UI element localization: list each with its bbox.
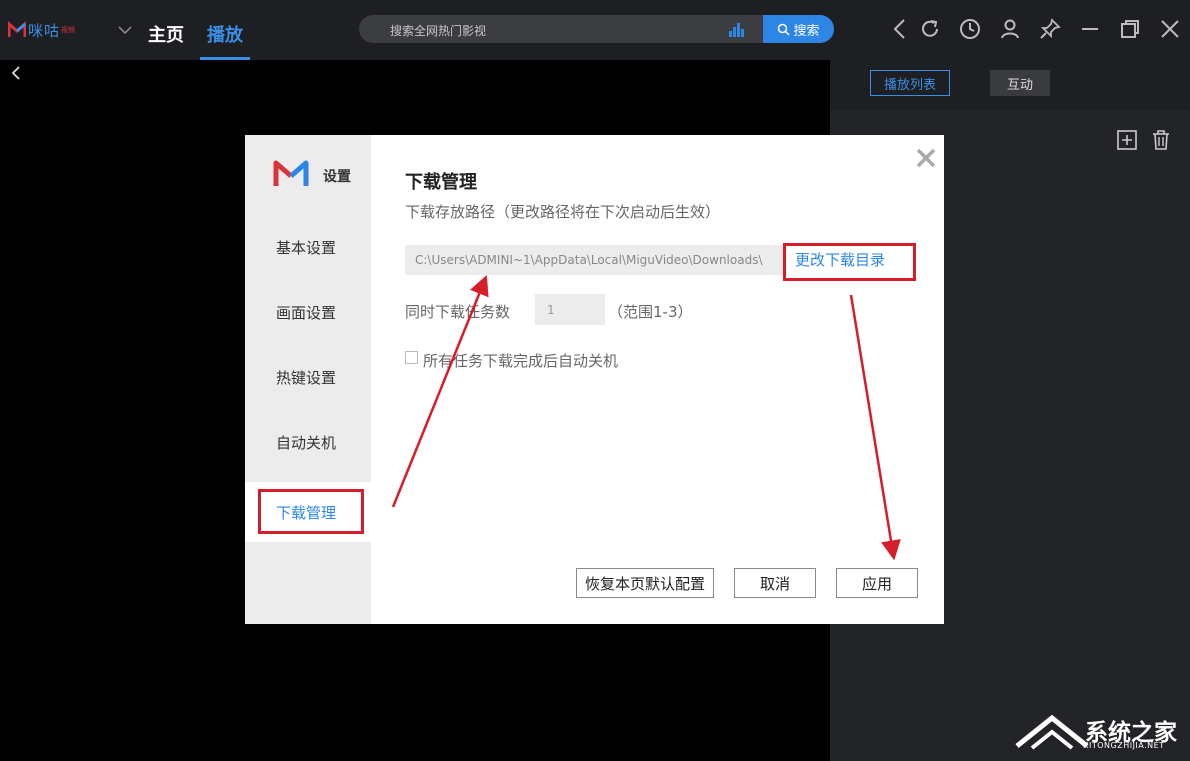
path-label: 下载存放路径（更改路径将在下次启动后生效） <box>405 203 721 221</box>
migu-logo-icon <box>273 160 309 186</box>
tab-home[interactable]: 主页 <box>148 21 184 47</box>
dialog-close-icon[interactable] <box>915 147 937 169</box>
download-path-field[interactable]: C:\Users\ADMINI~1\AppData\Local\MiguVide… <box>405 245 783 275</box>
user-icon[interactable] <box>998 17 1022 41</box>
tab-interact[interactable]: 互动 <box>990 70 1050 96</box>
search-button[interactable]: 搜索 <box>763 15 834 43</box>
sidebar-item-hotkey[interactable]: 热键设置 <box>245 347 371 407</box>
active-tab-indicator <box>200 57 250 60</box>
app-logo[interactable]: 咪咕 视频 <box>8 18 75 42</box>
concurrent-label: 同时下载任务数 <box>405 303 511 321</box>
back-icon[interactable] <box>888 17 912 41</box>
watermark-url: XITONGZHIJIA.NET <box>1083 741 1165 750</box>
search-input[interactable]: 搜索全网热门影视 <box>390 22 486 39</box>
apply-button[interactable]: 应用 <box>836 568 918 598</box>
logo-text: 咪咕 <box>28 21 61 40</box>
auto-shutdown-checkbox[interactable] <box>405 351 418 364</box>
history-icon[interactable] <box>958 17 982 41</box>
refresh-icon[interactable] <box>918 17 942 41</box>
settings-dialog: 设置 基本设置 画面设置 热键设置 自动关机 下载管理 下载管理 下载存放路径（… <box>245 135 944 624</box>
panel-tabs: 播放列表 互动 <box>830 60 1190 110</box>
minimize-icon[interactable] <box>1078 17 1102 41</box>
section-heading: 下载管理 <box>405 172 477 193</box>
restore-icon[interactable] <box>1118 17 1142 41</box>
concurrent-range: （范围1-3） <box>608 303 693 321</box>
close-icon[interactable] <box>1158 17 1182 41</box>
reset-defaults-button[interactable]: 恢复本页默认配置 <box>576 568 714 598</box>
add-icon[interactable] <box>1116 129 1138 151</box>
auto-shutdown-label: 所有任务下载完成后自动关机 <box>423 352 619 370</box>
sidebar-item-basic[interactable]: 基本设置 <box>245 217 371 277</box>
player-back-icon[interactable] <box>8 64 24 82</box>
app-window: 咪咕 视频 主页 播放 搜索全网热门影视 搜索 播放列表 互动 设置 基本设置 … <box>0 0 1190 761</box>
tab-play[interactable]: 播放 <box>207 21 243 47</box>
annotation-box-change-dir <box>783 243 916 281</box>
search-icon <box>778 23 791 36</box>
sidebar-item-display[interactable]: 画面设置 <box>245 282 371 342</box>
cancel-button[interactable]: 取消 <box>734 568 816 598</box>
hot-chart-icon[interactable] <box>728 21 744 37</box>
search-box: 搜索全网热门影视 搜索 <box>359 15 834 43</box>
chevron-down-icon[interactable] <box>117 22 133 38</box>
search-button-label: 搜索 <box>793 23 820 39</box>
concurrent-tasks-input[interactable]: 1 <box>535 294 605 325</box>
migu-logo-icon <box>8 21 26 37</box>
trash-icon[interactable] <box>1150 129 1172 151</box>
top-bar: 咪咕 视频 主页 播放 搜索全网热门影视 搜索 <box>0 0 1190 60</box>
settings-sidebar: 设置 基本设置 画面设置 热键设置 自动关机 下载管理 <box>245 135 371 624</box>
dialog-title: 设置 <box>323 169 351 185</box>
pin-icon[interactable] <box>1038 17 1062 41</box>
annotation-box-download <box>258 489 364 534</box>
logo-small-text: 视频 <box>61 26 76 34</box>
sidebar-item-shutdown[interactable]: 自动关机 <box>245 412 371 472</box>
tab-playlist[interactable]: 播放列表 <box>870 70 950 96</box>
